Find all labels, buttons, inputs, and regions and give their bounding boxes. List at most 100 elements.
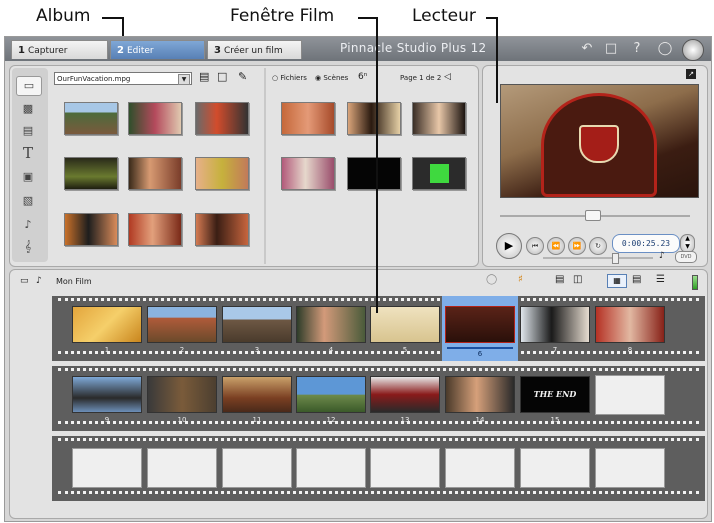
- album-green-thumb[interactable]: [412, 157, 466, 190]
- album-scene-thumb[interactable]: [64, 213, 118, 246]
- frame-number: 1: [104, 346, 110, 354]
- tab-make-movie[interactable]: 3 Créer un film: [207, 40, 302, 59]
- audio-icon[interactable]: ♪: [16, 216, 40, 234]
- music-icon[interactable]: 𝄞: [16, 238, 40, 256]
- album-scene-thumb[interactable]: [412, 102, 466, 135]
- speaker-icon[interactable]: ♪: [36, 276, 42, 286]
- voice-over-icon[interactable]: ♯: [518, 274, 523, 285]
- sprocket-holes: [58, 298, 699, 304]
- go-to-start-button[interactable]: ⏮: [526, 237, 544, 255]
- frame-number: 12: [326, 416, 336, 424]
- dvd-button[interactable]: DVD: [675, 251, 697, 263]
- fast-forward-button[interactable]: ⏩: [568, 237, 586, 255]
- transition-icon[interactable]: ▩: [16, 100, 40, 118]
- storyboard-clip[interactable]: [296, 376, 366, 413]
- album-black-thumb[interactable]: [347, 157, 401, 190]
- tab-edit[interactable]: 2 Editer: [110, 40, 205, 59]
- volume-handle[interactable]: [612, 253, 619, 264]
- redo-icon[interactable]: □: [603, 41, 619, 57]
- scrubber-handle[interactable]: [585, 210, 601, 221]
- next-page-icon[interactable]: ◁: [444, 72, 451, 82]
- album-scene-thumb[interactable]: [195, 102, 249, 135]
- folder-up-icon[interactable]: ▤: [199, 70, 209, 83]
- frame-number: 7: [552, 346, 558, 354]
- movie-window: ▭ ♪ Mon Film ◯ ♯ ▤ ◫ ▦ ▤ ☰ 1 2 3 4 5 6 7…: [9, 269, 708, 519]
- storyboard-clip[interactable]: [296, 306, 366, 343]
- tab-bar: 1 Capturer 2 Editer 3 Créer un film Pinnacl…: [5, 37, 711, 61]
- album-scene-thumb[interactable]: [64, 102, 118, 135]
- shield-icon[interactable]: ◯: [486, 274, 497, 285]
- video-icon[interactable]: ▭: [16, 76, 42, 96]
- title-icon[interactable]: T: [16, 144, 40, 162]
- film-callout-pointer: [376, 17, 378, 313]
- storyboard-clip[interactable]: [72, 376, 142, 413]
- frame-number: 3: [254, 346, 260, 354]
- fullscreen-icon[interactable]: ↗: [686, 69, 696, 79]
- frame-number: 5: [402, 346, 408, 354]
- album-scene-thumb[interactable]: [128, 157, 182, 190]
- storyboard-clip[interactable]: [520, 306, 590, 343]
- empty-clip-slot[interactable]: [72, 448, 142, 488]
- storyboard-clip[interactable]: [222, 306, 292, 343]
- empty-clip-slot[interactable]: [222, 448, 292, 488]
- empty-clip-slot[interactable]: [595, 448, 665, 488]
- storyboard-clip[interactable]: [595, 306, 665, 343]
- box-icon[interactable]: [682, 39, 704, 61]
- camera-icon[interactable]: ▭: [20, 276, 29, 286]
- storyboard-clip[interactable]: [445, 376, 515, 413]
- empty-clip-slot[interactable]: [147, 448, 217, 488]
- storyboard-clip[interactable]: [147, 376, 217, 413]
- play-button[interactable]: ▶: [496, 233, 522, 259]
- album-scene-thumb[interactable]: [195, 213, 249, 246]
- storyboard-clip[interactable]: [147, 306, 217, 343]
- storyboard-clip-selected[interactable]: [445, 306, 515, 343]
- album-scene-thumb[interactable]: [281, 102, 335, 135]
- folder-icon[interactable]: □: [217, 70, 227, 83]
- volume-track[interactable]: [543, 257, 653, 259]
- undo-icon[interactable]: ↶: [579, 41, 595, 57]
- storyboard-clip[interactable]: [222, 376, 292, 413]
- frame-number: 11: [252, 416, 262, 424]
- chevron-down-icon: ▼: [178, 74, 190, 85]
- the-end-title-clip[interactable]: THE END: [520, 376, 590, 413]
- frame-number: 14: [475, 416, 485, 424]
- album-scene-thumb[interactable]: [347, 102, 401, 135]
- loop-button[interactable]: ↻: [589, 237, 607, 255]
- empty-clip-slot[interactable]: [445, 448, 515, 488]
- empty-clip-slot[interactable]: [520, 448, 590, 488]
- album-scene-thumb[interactable]: [195, 157, 249, 190]
- storyboard-clip[interactable]: [370, 376, 440, 413]
- radio-files[interactable]: ○ Fichiers: [272, 74, 307, 82]
- rewind-button[interactable]: ⏪: [547, 237, 565, 255]
- empty-clip-slot[interactable]: [296, 448, 366, 488]
- sound-effect-icon[interactable]: ▧: [16, 192, 40, 210]
- radio-scenes[interactable]: ◉ Scènes: [315, 74, 348, 82]
- empty-clip-slot[interactable]: [595, 375, 665, 415]
- storyboard-clip[interactable]: [370, 306, 440, 343]
- split-icon[interactable]: ▤: [555, 274, 564, 285]
- help-icon[interactable]: ?: [629, 41, 645, 57]
- photo-icon[interactable]: ▤: [16, 122, 40, 140]
- tool-icon[interactable]: ✎: [238, 70, 247, 83]
- album-scene-thumb[interactable]: [281, 157, 335, 190]
- frame-number: 9: [104, 416, 110, 424]
- glasses-icon[interactable]: 6ⁿ: [358, 72, 367, 82]
- timeline-view-icon[interactable]: ▤: [632, 274, 641, 285]
- trash-icon[interactable]: ◫: [573, 274, 582, 285]
- album-scene-thumb[interactable]: [128, 102, 182, 135]
- level-meter: [692, 275, 698, 290]
- storyboard-view-icon[interactable]: ▦: [607, 274, 627, 288]
- storyboard-clip[interactable]: [72, 306, 142, 343]
- tab-capture[interactable]: 1 Capturer: [11, 40, 108, 59]
- file-select[interactable]: OurFunVacation.mpg ▼: [54, 72, 192, 85]
- album-scene-thumb[interactable]: [128, 213, 182, 246]
- video-preview[interactable]: [500, 84, 699, 198]
- empty-clip-slot[interactable]: [370, 448, 440, 488]
- menu-icon[interactable]: ▣: [16, 168, 40, 186]
- player-panel: ↗ ▶ ⏮ ⏪ ⏩ ↻ 0:00:25.23 ▲ ▼ ♪ DVD: [482, 65, 708, 267]
- speaker-icon[interactable]: ♪: [659, 251, 665, 261]
- timecode-display[interactable]: 0:00:25.23: [612, 234, 680, 253]
- album-scene-thumb[interactable]: [64, 157, 118, 190]
- tip-icon[interactable]: ◯: [657, 41, 673, 57]
- text-view-icon[interactable]: ☰: [656, 274, 665, 285]
